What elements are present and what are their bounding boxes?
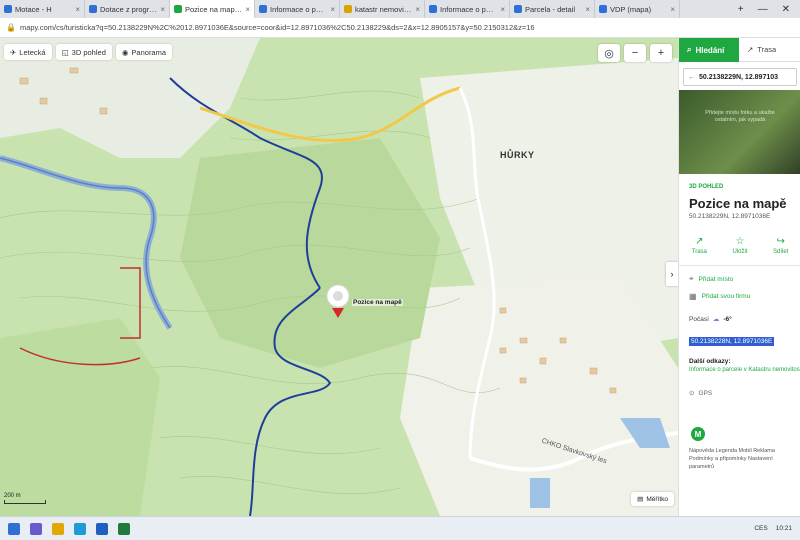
- folder-icon[interactable]: [52, 522, 64, 535]
- route-icon: ↗: [747, 45, 754, 54]
- browser-tab[interactable]: VDP (mapa) ×: [595, 0, 680, 18]
- share-action-button[interactable]: ↪ Sdílet: [760, 236, 800, 255]
- browser-tab[interactable]: Parcela - detail ×: [510, 0, 595, 18]
- tab-close-icon[interactable]: ×: [585, 5, 590, 14]
- minus-icon: −: [631, 47, 639, 59]
- tab-close-icon[interactable]: ×: [75, 5, 80, 14]
- place-coords: 50.2138229N, 12.8971036E: [689, 213, 771, 220]
- close-window-icon[interactable]: ✕: [782, 4, 790, 15]
- weather-row: Počasí ☁ -6°: [689, 315, 732, 324]
- gps-row[interactable]: ⊙ GPS: [689, 389, 791, 398]
- map-toolbar: ✈ Letecká ◱ 3D pohled ◉ Panorama: [0, 44, 173, 60]
- new-tab-icon[interactable]: +: [738, 4, 744, 15]
- side-panel: ⌕ Hledání ↗ Trasa ← 50.2138229N, 12.897103…: [678, 38, 800, 516]
- tab-close-icon[interactable]: ×: [415, 5, 420, 14]
- page-title: Pozice na mapě: [689, 196, 787, 211]
- place-actions: ↗ Trasa ☆ Uložit ↪ Sdílet: [679, 236, 800, 255]
- route-action-button[interactable]: ↗ Trasa: [679, 236, 720, 255]
- locate-button[interactable]: ◎: [598, 44, 620, 62]
- clock[interactable]: 10:21: [776, 525, 792, 532]
- tab-close-icon[interactable]: ×: [500, 5, 505, 14]
- eye-icon: ◉: [121, 47, 129, 57]
- cube-icon: ◱: [61, 47, 69, 57]
- pin-label: Pozice na mapě: [352, 299, 403, 306]
- outlook-icon[interactable]: [96, 522, 108, 535]
- gps-icon: ⊙: [689, 390, 695, 397]
- browser-tab[interactable]: Informace o pozemku | Nahl×: [255, 0, 340, 18]
- tab-close-icon[interactable]: ×: [245, 5, 250, 14]
- save-action-button[interactable]: ☆ Uložit: [720, 236, 761, 255]
- target-icon: ◎: [604, 47, 614, 60]
- windows-start-icon[interactable]: [8, 522, 20, 535]
- selected-coords-text[interactable]: 50.2138228N, 12.8971036E: [689, 337, 775, 346]
- tab-favicon-icon: [89, 5, 97, 13]
- tab-favicon-icon: [429, 5, 437, 13]
- panel-footer: Nápověda Legenda Mobil Reklama Podmínky …: [689, 448, 775, 470]
- place-label: HŮRKY: [500, 150, 535, 160]
- url-text[interactable]: mapy.com/cs/turisticka?q=50.2138229N%2C%…: [20, 23, 535, 32]
- tab-route[interactable]: ↗ Trasa: [739, 38, 800, 62]
- star-icon: ☆: [735, 236, 745, 247]
- chevron-right-icon: ›: [670, 269, 674, 279]
- 3d-view-link[interactable]: 3D POHLED: [689, 184, 791, 190]
- cloud-icon: ☁: [712, 316, 720, 323]
- taskbar: CES 10:21: [0, 516, 800, 540]
- search-input[interactable]: ← 50.2138229N, 12.897103: [683, 68, 797, 86]
- browser-tab[interactable]: Dotace z programu KUKV×: [85, 0, 170, 18]
- plane-icon: ✈: [10, 47, 17, 57]
- back-arrow-icon[interactable]: ←: [688, 74, 695, 81]
- ruler-icon: ▤: [637, 496, 644, 503]
- place-photo[interactable]: Přidejte místu fotku a ukažte ostatním, …: [679, 90, 800, 174]
- add-company-link[interactable]: ▦ Přidat svou firmu: [689, 292, 791, 301]
- tab-favicon-icon: [599, 5, 607, 13]
- edge-icon[interactable]: [74, 522, 86, 535]
- tab-favicon-icon: [174, 5, 182, 13]
- route-icon: ↗: [695, 236, 704, 247]
- tab-favicon-icon: [344, 5, 352, 13]
- tab-close-icon[interactable]: ×: [160, 5, 165, 14]
- excel-icon[interactable]: [118, 522, 130, 535]
- map-scale: 200 m: [4, 493, 46, 504]
- browser-tab[interactable]: Motace - H ×: [0, 0, 85, 18]
- tab-close-icon[interactable]: ×: [670, 5, 675, 14]
- more-links-title: Další odkazy:: [689, 358, 731, 365]
- aerial-view-button[interactable]: ✈ Letecká: [4, 44, 52, 60]
- panorama-button[interactable]: ◉ Panorama: [115, 44, 173, 60]
- address-bar[interactable]: 🔒 mapy.com/cs/turisticka?q=50.2138229N%2…: [0, 18, 800, 38]
- map-zoom-controls: ◎ − +: [598, 44, 672, 62]
- share-icon: ↪: [776, 236, 785, 247]
- add-place-link[interactable]: ⌖ Přidat místo: [689, 274, 791, 284]
- browser-tab[interactable]: katastr nemovitosti nahlizen×: [340, 0, 425, 18]
- 3d-view-button[interactable]: ◱ 3D pohled: [55, 44, 112, 60]
- building-icon: ▦: [689, 292, 697, 301]
- plus-icon: +: [657, 47, 665, 59]
- map-canvas[interactable]: ✈ Letecká ◱ 3D pohled ◉ Panorama ◎ − + HŮRK…: [0, 38, 678, 516]
- cadastre-link[interactable]: Informace o parcele v Katastru nemovitos…: [689, 367, 800, 373]
- search-icon: ⌕: [687, 45, 692, 54]
- tab-favicon-icon: [4, 5, 12, 13]
- window-controls: + — ✕: [728, 0, 800, 18]
- tab-favicon-icon: [259, 5, 267, 13]
- panel-collapse-button[interactable]: ›: [666, 262, 678, 286]
- tab-favicon-icon: [514, 5, 522, 13]
- lock-icon: 🔒: [6, 23, 16, 32]
- pin-icon: ⌖: [689, 274, 694, 283]
- tab-close-icon[interactable]: ×: [330, 5, 335, 14]
- browser-tab-active[interactable]: Pozice na mapě • Mapy.cz×: [170, 0, 255, 18]
- language-indicator[interactable]: CES: [754, 525, 767, 532]
- tab-search[interactable]: ⌕ Hledání: [679, 38, 739, 62]
- browser-tab-strip: Motace - H× Dotace z programu KUKV× Pozi…: [0, 0, 800, 18]
- map-terrain: [0, 38, 678, 516]
- system-tray: CES 10:21: [754, 525, 792, 532]
- zoom-in-button[interactable]: +: [650, 44, 672, 62]
- browser-tab[interactable]: Informace o parcele - azure×: [425, 0, 510, 18]
- mapy-logo-icon: M: [691, 427, 705, 441]
- chat-icon[interactable]: [30, 522, 42, 535]
- zoom-out-button[interactable]: −: [624, 44, 646, 62]
- scale-toggle-button[interactable]: ▤ Měřítko: [631, 492, 674, 506]
- minimize-icon[interactable]: —: [758, 4, 768, 15]
